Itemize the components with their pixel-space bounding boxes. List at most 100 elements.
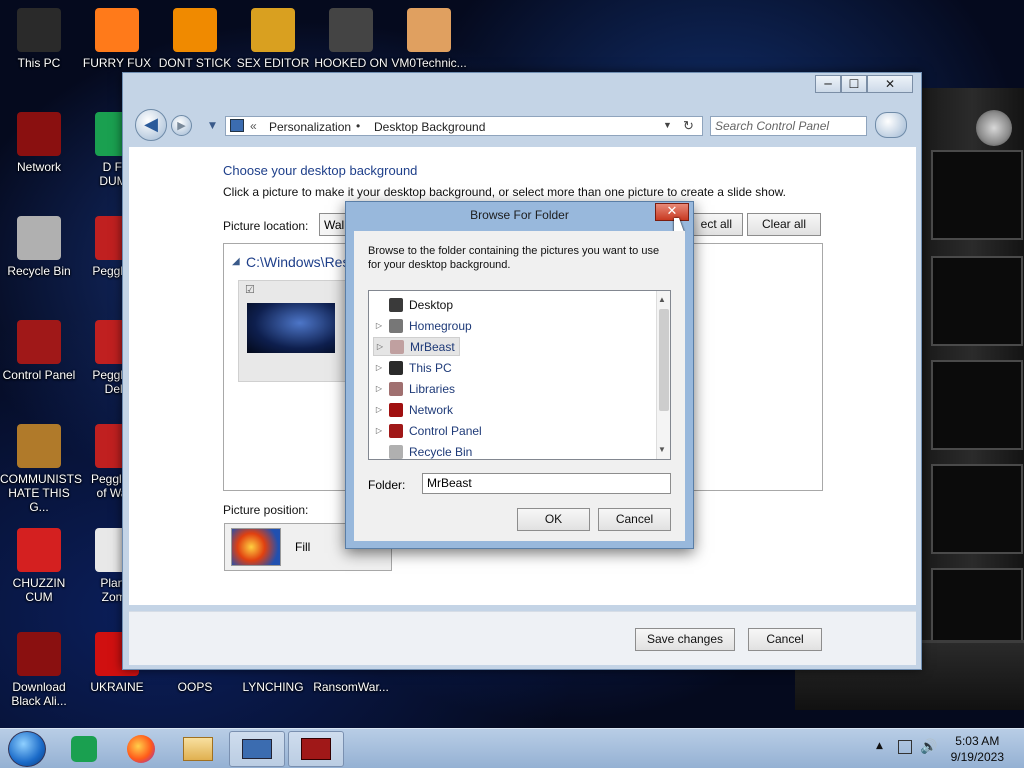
desktop-icon[interactable]: FURRY FUX [78, 8, 156, 70]
tree-item-label: Libraries [409, 381, 456, 396]
desktop-icon[interactable]: Download Black Ali... [0, 632, 78, 708]
expand-arrow-icon[interactable]: ▷ [373, 363, 385, 372]
desktop-icon-label: This PC [17, 56, 61, 70]
desktop-icon-label: Download Black Ali... [11, 680, 67, 708]
tree-scrollbar[interactable]: ▲ ▼ [656, 291, 670, 459]
scroll-down-icon[interactable]: ▼ [658, 445, 666, 454]
tree-item[interactable]: ▷ MrBeast [373, 337, 460, 356]
taskbar-firefox-icon[interactable] [115, 731, 167, 767]
close-button[interactable]: ✕ [867, 75, 913, 93]
hxd-icon [251, 8, 295, 52]
breadcrumb-separator: • [356, 119, 361, 133]
taskbar-spreadsheet-icon[interactable] [58, 731, 110, 767]
help-icon[interactable] [875, 112, 907, 138]
expand-arrow-icon[interactable]: ▷ [373, 426, 385, 435]
control-panel-icon [17, 320, 61, 364]
refresh-icon[interactable]: ↻ [683, 118, 694, 134]
tree-item[interactable]: ▷ Libraries [373, 379, 459, 398]
user-folder-icon [390, 339, 404, 354]
chevrons[interactable]: « [250, 119, 257, 133]
address-dropdown-icon[interactable]: ▼ [663, 120, 672, 130]
wallpaper-thumbnail-tile[interactable]: ☑ [238, 280, 348, 382]
page-heading: Choose your desktop background [223, 163, 418, 178]
network-tray-icon[interactable] [898, 740, 912, 754]
desktop-icon[interactable]: DONT STICK [156, 8, 234, 70]
back-button[interactable]: ◀ [135, 109, 167, 141]
desktop-icon[interactable]: Recycle Bin [0, 216, 78, 278]
alien-download-icon [17, 632, 61, 676]
desktop-icon[interactable]: VM0Technic... [390, 8, 468, 70]
tree-item[interactable]: ▷ Homegroup [373, 316, 476, 335]
folder-group-header[interactable]: C:\Windows\Res [246, 254, 349, 270]
tree-item-label: MrBeast [410, 339, 455, 354]
volume-tray-icon[interactable]: 🔊 [920, 739, 937, 755]
desktop-icon[interactable]: HOOKED ON [312, 8, 390, 70]
tree-item[interactable]: Desktop [373, 295, 457, 314]
start-orb-icon[interactable] [8, 731, 46, 767]
taskbar-control-panel-window[interactable] [229, 731, 285, 767]
minimize-button[interactable]: ─ [815, 75, 841, 93]
tree-item[interactable]: Recycle Bin [373, 442, 476, 459]
network-icon [389, 402, 403, 417]
ok-button[interactable]: OK [517, 508, 590, 531]
forward-button[interactable]: ▶ [171, 115, 192, 136]
desktop-icon-label: CHUZZIN CUM [12, 576, 66, 604]
desktop-icon-label: COMMUNISTS HATE THIS G... [0, 472, 82, 514]
desktop-icon[interactable]: CHUZZIN CUM [0, 528, 78, 604]
breadcrumb-personalization[interactable]: Personalization [269, 120, 351, 134]
instructions-text: Click a picture to make it your desktop … [223, 185, 786, 199]
widget-panel [931, 360, 1023, 450]
desktop-icon-label: Network [16, 160, 61, 174]
scroll-thumb[interactable] [659, 309, 669, 411]
tree-item-label: Recycle Bin [409, 444, 473, 459]
desktop-icon-label: OOPS [177, 680, 213, 694]
tree-item[interactable]: ▷ This PC [373, 358, 456, 377]
folder-tree[interactable]: ▲ ▼ Desktop ▷ Homegroup ▷ MrBeast ▷ This PC ▷ Li… [368, 290, 671, 460]
desktop-icon[interactable]: SEX EDITOR [234, 8, 312, 70]
dialog-cancel-button[interactable]: Cancel [598, 508, 671, 531]
monitor-icon [17, 8, 61, 52]
libraries-icon [389, 381, 403, 396]
desktop-icon [389, 297, 403, 312]
desktop-icon[interactable]: This PC [0, 8, 78, 70]
control-panel-icon [389, 423, 403, 438]
desktop-icon[interactable]: COMMUNISTS HATE THIS G... [0, 424, 82, 514]
folder-label: Folder: [368, 478, 406, 492]
taskbar: ▲ 🔊 5:03 AM 9/19/2023 [0, 728, 1024, 768]
tree-item[interactable]: ▷ Control Panel [373, 421, 486, 440]
browse-for-folder-dialog: Browse For Folder ✕ Browse to the folder… [345, 201, 694, 549]
expand-arrow-icon[interactable]: ▷ [374, 342, 386, 351]
expand-arrow-icon[interactable]: ▷ [373, 405, 385, 414]
scroll-up-icon[interactable]: ▲ [658, 295, 666, 304]
tree-item-label: This PC [409, 360, 452, 375]
tray-expand-icon[interactable]: ▲ [876, 741, 883, 751]
clear-all-button[interactable]: Clear all [747, 213, 821, 236]
breadcrumb-desktop-background[interactable]: Desktop Background [374, 120, 485, 134]
address-bar[interactable]: « Personalization • Desktop Background ▼… [225, 116, 703, 136]
recent-pages-dropdown[interactable]: ▼ [209, 121, 216, 131]
clock-date: 9/19/2023 [950, 750, 1004, 764]
system-clock[interactable]: 5:03 AM 9/19/2023 [951, 733, 1004, 765]
alien-theme-widget [918, 88, 1024, 708]
cancel-button[interactable]: Cancel [748, 628, 822, 651]
collapse-arrow-icon[interactable]: ◢ [232, 256, 240, 267]
search-input[interactable]: Search Control Panel [710, 116, 867, 136]
desktop-icon-label: DONT STICK [158, 56, 232, 70]
doctor-icon [407, 8, 451, 52]
tree-item[interactable]: ▷ Network [373, 400, 457, 419]
save-changes-button[interactable]: Save changes [635, 628, 735, 651]
taskbar-control-panel-icon[interactable] [288, 731, 344, 767]
window-titlebar[interactable]: ─ ☐ ✕ [123, 73, 921, 101]
recycle-bin-icon [389, 444, 403, 459]
thumbnail-checkbox[interactable]: ☑ [245, 283, 255, 296]
expand-arrow-icon[interactable]: ▷ [373, 384, 385, 393]
maximize-button[interactable]: ☐ [841, 75, 867, 93]
desktop-icon[interactable]: Network [0, 112, 78, 174]
taskbar-file-explorer-icon[interactable] [172, 731, 224, 767]
alien-head-icon [976, 110, 1012, 146]
picture-location-label: Picture location: [223, 219, 309, 233]
folder-input[interactable]: MrBeast [422, 473, 671, 494]
expand-arrow-icon[interactable]: ▷ [373, 321, 385, 330]
desktop-icon[interactable]: Control Panel [0, 320, 78, 382]
clock-time: 5:03 AM [955, 734, 1000, 748]
